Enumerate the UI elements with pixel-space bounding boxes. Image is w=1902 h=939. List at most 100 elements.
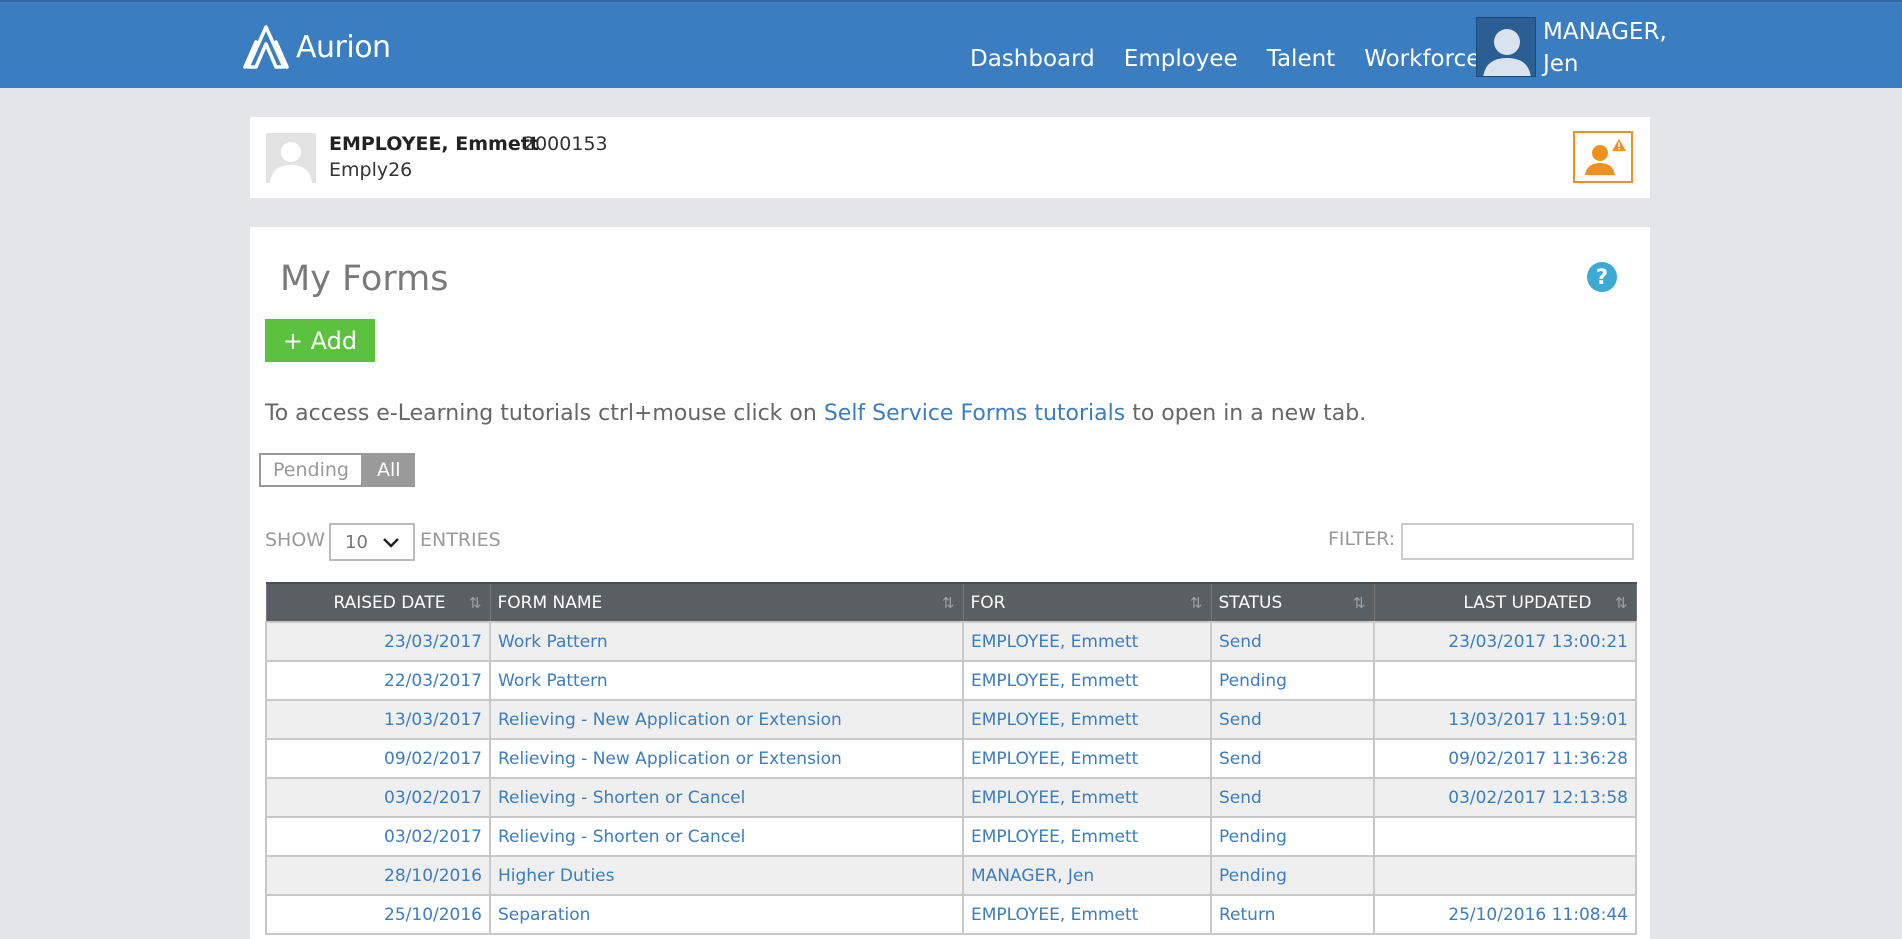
cell-form-name[interactable]: Work Pattern [489,621,964,662]
nav-workforce[interactable]: Workforce [1364,46,1480,72]
person-warning-icon [1585,139,1626,175]
cell-for[interactable]: EMPLOYEE, Emmett [962,777,1212,818]
cell-for[interactable]: EMPLOYEE, Emmett [962,894,1212,935]
sort-icon: ⇅ [1614,594,1628,612]
table-row[interactable]: 03/02/2017 Relieving - Shorten or Cancel… [265,816,1637,857]
cell-form-name[interactable]: Relieving - Shorten or Cancel [489,816,964,857]
cell-status[interactable]: Pending [1210,660,1375,701]
cell-raised-date[interactable]: 25/10/2016 [265,894,491,935]
col-for-label: FOR [970,592,1006,613]
cell-last-updated[interactable]: 03/02/2017 12:13:58 [1373,777,1637,818]
col-raised-date[interactable]: RAISED DATE ⇅ [265,582,491,623]
cell-raised-date[interactable]: 23/03/2017 [265,621,491,662]
tutorials-link[interactable]: Self Service Forms tutorials [824,401,1125,426]
cell-form-name[interactable]: Relieving - Shorten or Cancel [489,777,964,818]
table-row[interactable]: 23/03/2017 Work Pattern EMPLOYEE, Emmett… [265,621,1637,662]
table-row[interactable]: 03/02/2017 Relieving - Shorten or Cancel… [265,777,1637,818]
cell-last-updated[interactable] [1373,660,1637,701]
sort-icon: ⇅ [1352,594,1366,612]
employee-number: 2000153 [523,133,608,155]
page-title: My Forms [280,259,449,299]
cell-status[interactable]: Return [1210,894,1375,935]
cell-status[interactable]: Send [1210,777,1375,818]
cell-for[interactable]: EMPLOYEE, Emmett [962,699,1212,740]
table-header-row: RAISED DATE ⇅ FORM NAME ⇅ FOR ⇅ STATUS ⇅ LAS… [265,582,1637,623]
table-row[interactable]: 22/03/2017 Work Pattern EMPLOYEE, Emmett… [265,660,1637,701]
cell-status[interactable]: Send [1210,621,1375,662]
show-label: SHOW [265,529,326,551]
add-form-button[interactable]: + Add [265,319,375,362]
cell-raised-date[interactable]: 09/02/2017 [265,738,491,779]
user-avatar[interactable] [1476,17,1536,77]
cell-status[interactable]: Send [1210,738,1375,779]
user-name[interactable]: MANAGER, Jen [1543,16,1667,80]
sort-icon: ⇅ [1189,594,1203,612]
cell-last-updated[interactable]: 09/02/2017 11:36:28 [1373,738,1637,779]
col-for[interactable]: FOR ⇅ [962,582,1212,623]
cell-form-name[interactable]: Separation [489,894,964,935]
cell-form-name[interactable]: Relieving - New Application or Extension [489,738,964,779]
user-name-line2: Jen [1543,51,1579,77]
cell-form-name[interactable]: Work Pattern [489,660,964,701]
table-row[interactable]: 13/03/2017 Relieving - New Application o… [265,699,1637,740]
nav-talent[interactable]: Talent [1267,46,1335,72]
main-nav: Dashboard Employee Talent Workforce [970,46,1509,72]
cell-form-name[interactable]: Higher Duties [489,855,964,896]
table-row[interactable]: 25/10/2016 Separation EMPLOYEE, Emmett R… [265,894,1637,935]
nav-dashboard[interactable]: Dashboard [970,46,1095,72]
forms-table-wrap: RAISED DATE ⇅ FORM NAME ⇅ FOR ⇅ STATUS ⇅ LAS… [265,582,1637,935]
cell-raised-date[interactable]: 28/10/2016 [265,855,491,896]
tutorial-info: To access e-Learning tutorials ctrl+mous… [265,401,1366,426]
col-last-updated-label: LAST UPDATED [1463,592,1592,613]
top-bar: Aurion Dashboard Employee Talent Workfor… [0,0,1902,88]
cell-form-name[interactable]: Relieving - New Application or Extension [489,699,964,740]
cell-last-updated[interactable]: 23/03/2017 13:00:21 [1373,621,1637,662]
info-prefix: To access e-Learning tutorials ctrl+mous… [265,401,824,426]
cell-for[interactable]: EMPLOYEE, Emmett [962,816,1212,857]
cell-raised-date[interactable]: 03/02/2017 [265,777,491,818]
nav-employee[interactable]: Employee [1124,46,1238,72]
cell-last-updated[interactable] [1373,855,1637,896]
info-suffix: to open in a new tab. [1125,401,1367,426]
employee-avatar-icon [270,142,312,183]
cell-last-updated[interactable]: 25/10/2016 11:08:44 [1373,894,1637,935]
user-name-line1: MANAGER, [1543,19,1667,45]
cell-status[interactable]: Send [1210,699,1375,740]
aurion-logo[interactable]: Aurion [242,22,391,72]
forms-table: RAISED DATE ⇅ FORM NAME ⇅ FOR ⇅ STATUS ⇅ LAS… [265,582,1637,935]
logo-text: Aurion [296,29,391,65]
user-avatar-icon [1483,29,1531,76]
filter-label: FILTER: [1328,528,1396,550]
cell-status[interactable]: Pending [1210,855,1375,896]
cell-for[interactable]: EMPLOYEE, Emmett [962,621,1212,662]
toggle-pending[interactable]: Pending [259,453,363,487]
status-toggle: Pending All [259,453,415,487]
employee-avatar [266,133,316,183]
cell-for[interactable]: MANAGER, Jen [962,855,1212,896]
cell-raised-date[interactable]: 22/03/2017 [265,660,491,701]
col-last-updated[interactable]: LAST UPDATED ⇅ [1373,582,1637,623]
col-form-name-label: FORM NAME [497,592,603,613]
table-row[interactable]: 09/02/2017 Relieving - New Application o… [265,738,1637,779]
cell-raised-date[interactable]: 03/02/2017 [265,816,491,857]
cell-raised-date[interactable]: 13/03/2017 [265,699,491,740]
cell-for[interactable]: EMPLOYEE, Emmett [962,660,1212,701]
sort-icon: ⇅ [468,594,482,612]
table-row[interactable]: 28/10/2016 Higher Duties MANAGER, Jen Pe… [265,855,1637,896]
entries-label: ENTRIES [420,529,501,551]
entries-select[interactable]: 10 [329,523,415,561]
help-icon[interactable]: ? [1587,262,1617,292]
cell-last-updated[interactable] [1373,816,1637,857]
cell-status[interactable]: Pending [1210,816,1375,857]
toggle-all[interactable]: All [362,453,415,487]
employee-alert-button[interactable] [1573,131,1633,183]
aurion-logo-icon [243,25,289,69]
cell-for[interactable]: EMPLOYEE, Emmett [962,738,1212,779]
employee-username: Emply26 [329,159,413,181]
col-raised-date-label: RAISED DATE [333,592,446,613]
col-status[interactable]: STATUS ⇅ [1210,582,1375,623]
filter-input[interactable] [1401,523,1634,560]
col-form-name[interactable]: FORM NAME ⇅ [489,582,964,623]
cell-last-updated[interactable]: 13/03/2017 11:59:01 [1373,699,1637,740]
employee-card: EMPLOYEE, Emmett 2000153 Emply26 [250,117,1650,198]
